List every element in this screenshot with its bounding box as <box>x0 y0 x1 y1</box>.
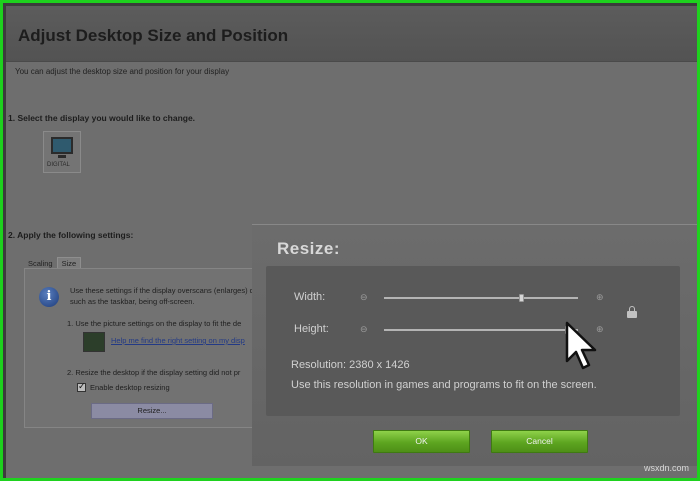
panel-header: Adjust Desktop Size and Position <box>6 6 697 62</box>
dialog-content: Width: ⊖ ⊕ Height: ⊖ ⊕ Resolution: 2380 … <box>266 266 680 416</box>
height-label: Height: <box>294 323 329 335</box>
width-increase-icon[interactable]: ⊕ <box>596 293 604 302</box>
enable-resizing-checkbox[interactable] <box>77 381 86 392</box>
monitor-icon <box>51 137 73 154</box>
cancel-button[interactable]: Cancel <box>491 430 588 453</box>
width-slider[interactable] <box>384 294 578 302</box>
watermark: wsxdn.com <box>643 463 689 473</box>
substep1-text: 1. Use the picture settings on the displ… <box>67 319 242 328</box>
info-text: Use these settings if the display oversc… <box>70 286 279 306</box>
width-label: Width: <box>294 291 326 303</box>
page-subtitle: You can adjust the desktop size and posi… <box>15 67 230 76</box>
monitor-stand <box>58 155 66 158</box>
width-decrease-icon[interactable]: ⊖ <box>360 293 368 302</box>
height-decrease-icon[interactable]: ⊖ <box>360 325 368 334</box>
ok-button[interactable]: OK <box>373 430 470 453</box>
resize-dialog: Resize: Width: ⊖ ⊕ Height: ⊖ ⊕ Resolutio… <box>252 224 697 466</box>
lock-body <box>627 311 637 318</box>
help-link[interactable]: Help me find the right setting on my dis… <box>111 336 245 345</box>
screenshot-frame: Adjust Desktop Size and Position You can… <box>0 0 700 481</box>
mouse-cursor-icon <box>565 321 597 370</box>
dialog-title: Resize: <box>277 239 341 258</box>
resolution-note: Use this resolution in games and program… <box>291 379 597 391</box>
picture-settings-thumbnail <box>83 332 105 352</box>
enable-resizing-row[interactable]: Enable desktop resizing <box>77 381 170 392</box>
lock-icon[interactable] <box>627 306 637 318</box>
enable-resizing-label: Enable desktop resizing <box>90 383 170 392</box>
size-tab-content: i Use these settings if the display over… <box>24 268 284 428</box>
step2-heading: 2. Apply the following settings: <box>8 230 134 240</box>
settings-tabs: Scaling Size <box>24 253 82 269</box>
resolution-text: Resolution: 2380 x 1426 <box>291 359 410 371</box>
width-slider-thumb[interactable] <box>518 294 524 302</box>
step1-heading: 1. Select the display you would like to … <box>8 113 196 123</box>
resize-button[interactable]: Resize... <box>91 403 213 419</box>
display-label: DIGITAL <box>47 162 70 168</box>
page-title: Adjust Desktop Size and Position <box>18 26 289 45</box>
info-icon: i <box>39 287 59 307</box>
substep2-text: 2. Resize the desktop if the display set… <box>67 368 241 377</box>
display-selector[interactable]: DIGITAL <box>43 131 81 173</box>
height-slider[interactable] <box>384 326 578 334</box>
